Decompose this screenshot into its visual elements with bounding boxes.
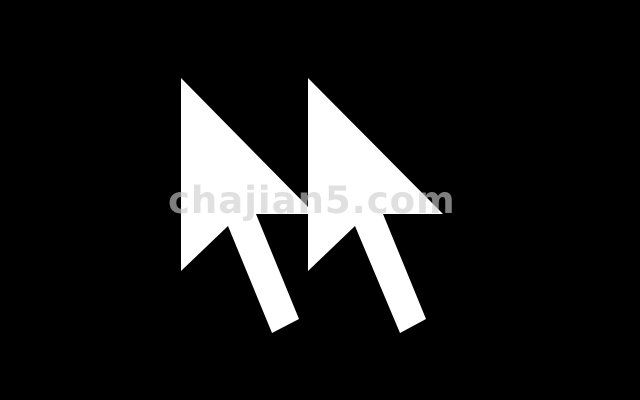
icon-canvas: chajian5.com (0, 0, 640, 400)
watermark-text: chajian5.com (168, 179, 456, 222)
